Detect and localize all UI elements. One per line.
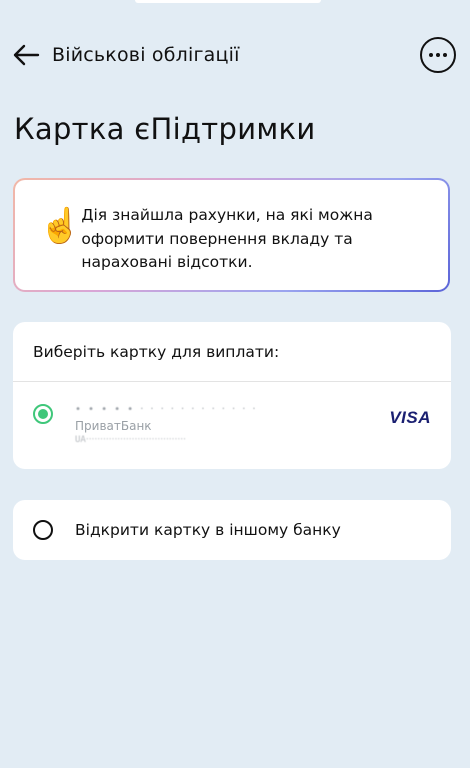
page-title: Картка єПідтримки <box>14 112 316 146</box>
more-button[interactable] <box>420 37 456 73</box>
open-card-other-bank-label: Відкрити картку в іншому банку <box>75 521 341 539</box>
radio-unselected-icon[interactable] <box>33 520 53 540</box>
back-button[interactable] <box>12 40 42 70</box>
open-card-other-bank-option[interactable]: Відкрити картку в іншому банку <box>13 500 451 560</box>
card-selection-panel: Виберіть картку для виплати: • • • • • ‧… <box>13 322 451 469</box>
top-handle <box>135 0 321 3</box>
pointing-finger-icon: ☝️ <box>39 206 82 246</box>
card-number-masked: • • • • • ‧ ‧ ‧ ‧ ‧ ‧ ‧ ‧ ‧ ‧ ‧ ‧ <box>75 404 257 415</box>
card-info: • • • • • ‧ ‧ ‧ ‧ ‧ ‧ ‧ ‧ ‧ ‧ ‧ ‧ Приват… <box>75 404 375 447</box>
card-selection-title: Виберіть картку для виплати: <box>13 322 451 382</box>
arrow-left-icon <box>13 44 40 66</box>
info-notice-text: Дія знайшла рахунки, на які можна оформи… <box>81 206 373 271</box>
header: Військові облігації <box>12 36 456 74</box>
iban-masked: UA‧‧‧‧‧‧‧‧‧‧‧‧‧‧‧‧‧‧‧‧‧‧‧‧‧‧‧‧‧‧‧‧‧‧‧ <box>75 435 186 445</box>
info-notice: ☝️ Дія знайшла рахунки, на які можна офо… <box>13 178 450 292</box>
visa-logo-icon: VISA <box>389 408 431 427</box>
bank-name: ПриватБанк <box>75 419 152 433</box>
radio-selected-icon[interactable] <box>33 404 53 424</box>
info-notice-body: ☝️ Дія знайшла рахунки, на які можна офо… <box>15 180 448 290</box>
card-option-privatbank[interactable]: • • • • • ‧ ‧ ‧ ‧ ‧ ‧ ‧ ‧ ‧ ‧ ‧ ‧ Приват… <box>13 382 451 468</box>
more-horizontal-icon <box>429 53 447 57</box>
header-title: Військові облігації <box>52 44 240 66</box>
